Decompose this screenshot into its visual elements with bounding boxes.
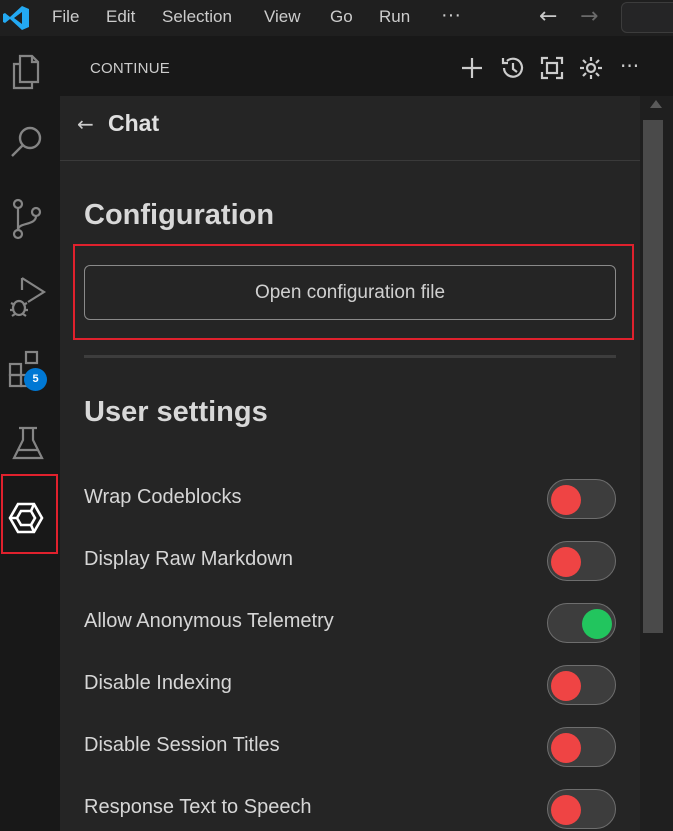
- plus-icon[interactable]: [458, 54, 486, 82]
- open-configuration-button[interactable]: Open configuration file: [84, 265, 616, 320]
- toggle-knob: [551, 795, 581, 825]
- user-settings-heading: User settings: [84, 396, 268, 428]
- setting-label: Disable Indexing: [84, 672, 232, 694]
- continue-icon-highlight: [1, 474, 58, 554]
- panel-header: CONTINUE ···: [60, 36, 673, 96]
- activity-bar: 5: [0, 36, 60, 831]
- menu-file[interactable]: File: [52, 7, 79, 27]
- setting-row-disable-indexing: Disable Indexing: [84, 665, 616, 705]
- toggle-knob: [551, 671, 581, 701]
- response-tts-toggle[interactable]: [547, 789, 616, 829]
- search-icon[interactable]: [0, 114, 60, 184]
- setting-label: Display Raw Markdown: [84, 548, 293, 570]
- page-title: Chat: [108, 110, 160, 136]
- menu-go[interactable]: Go: [330, 7, 353, 27]
- menu-selection[interactable]: Selection: [162, 7, 232, 27]
- configuration-heading: Configuration: [84, 199, 275, 231]
- divider: [84, 355, 616, 358]
- back-icon[interactable]: ←: [77, 112, 94, 136]
- more-icon[interactable]: ···: [620, 54, 648, 82]
- menu-view[interactable]: View: [264, 7, 301, 27]
- allow-telemetry-toggle[interactable]: [547, 603, 616, 643]
- fullscreen-icon[interactable]: [538, 54, 566, 82]
- setting-row-allow-telemetry: Allow Anonymous Telemetry: [84, 603, 616, 643]
- chat-panel: ← Chat Configuration Open configuration …: [60, 96, 640, 831]
- gear-icon[interactable]: [577, 54, 605, 82]
- toggle-knob: [582, 609, 612, 639]
- vscode-logo-icon: [3, 6, 29, 30]
- setting-label: Wrap Codeblocks: [84, 486, 242, 508]
- scroll-up-arrow-icon[interactable]: [650, 100, 662, 108]
- setting-row-wrap-codeblocks: Wrap Codeblocks: [84, 479, 616, 519]
- menu-edit[interactable]: Edit: [106, 7, 135, 27]
- setting-row-response-tts: Response Text to Speech: [84, 789, 616, 829]
- scrollbar-thumb[interactable]: [643, 120, 663, 633]
- divider: [60, 160, 640, 161]
- toggle-knob: [551, 547, 581, 577]
- explorer-icon[interactable]: [0, 40, 60, 110]
- disable-indexing-toggle[interactable]: [547, 665, 616, 705]
- disable-session-titles-toggle[interactable]: [547, 727, 616, 767]
- setting-label: Disable Session Titles: [84, 734, 280, 756]
- setting-row-disable-session-titles: Disable Session Titles: [84, 727, 616, 767]
- back-nav-icon[interactable]: ←: [539, 4, 557, 29]
- toggle-knob: [551, 733, 581, 763]
- panel-title: CONTINUE: [90, 60, 170, 77]
- title-bar: File Edit Selection View Go Run ··· ← →: [0, 0, 673, 36]
- menu-more[interactable]: ···: [441, 4, 461, 27]
- testing-icon[interactable]: [0, 408, 60, 478]
- setting-label: Allow Anonymous Telemetry: [84, 610, 334, 632]
- extensions-badge: 5: [24, 368, 47, 391]
- setting-label: Response Text to Speech: [84, 796, 312, 818]
- forward-nav-icon[interactable]: →: [580, 4, 598, 29]
- display-raw-markdown-toggle[interactable]: [547, 541, 616, 581]
- menu-run[interactable]: Run: [379, 7, 410, 27]
- setting-row-display-raw-markdown: Display Raw Markdown: [84, 541, 616, 581]
- wrap-codeblocks-toggle[interactable]: [547, 479, 616, 519]
- history-icon[interactable]: [499, 54, 527, 82]
- run-debug-icon[interactable]: [0, 262, 60, 332]
- toggle-knob: [551, 485, 581, 515]
- source-control-icon[interactable]: [0, 186, 60, 256]
- command-center-box[interactable]: [621, 2, 673, 33]
